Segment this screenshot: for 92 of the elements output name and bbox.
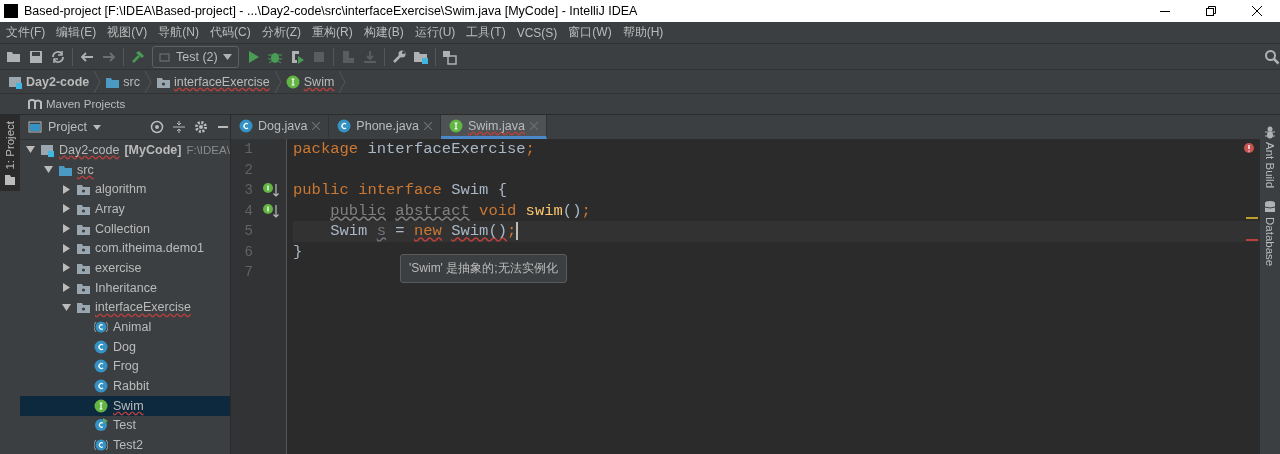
menu-item[interactable]: 运行(U)	[408, 24, 461, 41]
class-icon	[337, 118, 352, 133]
tree-item[interactable]: Test	[20, 415, 230, 436]
code-line: Swim s = new Swim();	[329, 222, 517, 241]
abstract-class-icon	[94, 438, 108, 453]
menu-item[interactable]: 文件(F)	[0, 24, 51, 41]
abstract-class-icon	[94, 320, 108, 335]
code-line: public abstract void swim();	[329, 201, 591, 220]
tree-item[interactable]: Dog	[20, 336, 230, 357]
side-tool-tab[interactable]: Ant Build	[1263, 125, 1277, 189]
class-icon	[94, 339, 108, 354]
error-tooltip: 'Swim' 是抽象的;无法实例化	[400, 254, 567, 283]
chevron-icon	[143, 70, 152, 93]
hammer-icon[interactable]	[130, 48, 146, 65]
chevron-icon	[338, 70, 347, 93]
app-logo-icon	[4, 4, 18, 18]
package-icon	[76, 241, 90, 256]
database-icon	[1263, 200, 1277, 215]
menu-item[interactable]: 帮助(H)	[616, 24, 669, 41]
error-icon	[1244, 143, 1254, 153]
dropdown-caret-icon	[222, 53, 232, 60]
menu-item[interactable]: 分析(Z)	[255, 24, 306, 41]
text-caret	[516, 222, 518, 241]
tree-item[interactable]: Collection	[20, 218, 230, 239]
dropdown-caret-icon	[92, 124, 101, 130]
settings-icon[interactable]	[194, 120, 208, 134]
menu-item[interactable]: 工具(T)	[460, 24, 511, 41]
tree-item[interactable]: Test2	[20, 435, 230, 454]
menu-item[interactable]: 代码(C)	[204, 24, 256, 41]
chevron-icon	[93, 70, 102, 93]
code-line: }	[293, 242, 303, 261]
breadcrumb[interactable]: interfaceExercise	[155, 74, 274, 89]
collapse-icon[interactable]	[172, 120, 186, 134]
menu-item[interactable]: 视图(V)	[101, 24, 153, 41]
class-icon	[94, 379, 108, 394]
interface-icon	[94, 398, 108, 413]
code-line: package interfaceExercise;	[293, 140, 535, 159]
project-tool-tab[interactable]: 1: Project	[0, 115, 20, 191]
tree-item[interactable]: Animal	[20, 317, 230, 337]
search-icon[interactable]	[1264, 48, 1280, 65]
package-icon	[76, 300, 90, 315]
window-icon	[28, 121, 42, 133]
menu-item[interactable]: 导航(N)	[152, 24, 204, 41]
interface-icon	[285, 74, 300, 89]
tree-item[interactable]: Day2-code [MyCode] F:\IDEA\	[20, 140, 230, 160]
package-icon	[76, 182, 90, 197]
sync-icon[interactable]	[50, 48, 66, 65]
class-icon	[94, 418, 108, 433]
editor-tab[interactable]: Phone.java	[329, 115, 441, 139]
code-line: public interface Swim {	[293, 181, 507, 200]
menu-item[interactable]: 重构(R)	[306, 24, 358, 41]
project-view-dropdown[interactable]: Project	[28, 120, 142, 134]
maven-icon	[28, 99, 42, 109]
implemented-marker-icon[interactable]	[262, 182, 282, 199]
menu-item[interactable]: 构建(B)	[357, 24, 409, 41]
tree-item[interactable]: Inheritance	[20, 277, 230, 298]
module-icon	[8, 74, 22, 89]
editor-tab[interactable]: Swim.java	[440, 115, 547, 139]
implemented-marker-icon[interactable]	[262, 202, 282, 219]
ant-icon	[1263, 125, 1277, 139]
tree-item[interactable]: src	[20, 159, 230, 180]
menu-item[interactable]: 编辑(E)	[50, 24, 102, 41]
chevron-icon	[273, 70, 282, 93]
menu-item[interactable]: 窗口(W)	[562, 24, 617, 41]
class-icon	[239, 118, 253, 133]
side-tool-tab[interactable]: Database	[1263, 200, 1277, 267]
run-config-dropdown[interactable]: Test (2)	[152, 45, 239, 68]
interface-icon	[448, 118, 463, 133]
class-icon	[94, 359, 108, 374]
tree-item[interactable]: algorithm	[20, 179, 230, 200]
module-icon	[40, 142, 54, 157]
tree-item[interactable]: exercise	[20, 258, 230, 278]
tree-item[interactable]: Frog	[20, 356, 230, 377]
tree-item[interactable]: Array	[20, 199, 230, 219]
restore-icon	[1206, 6, 1216, 16]
save-icon[interactable]	[28, 48, 44, 65]
menu-item[interactable]: VCS(S)	[510, 25, 563, 40]
window-title: Based-project [F:\IDEA\Based-project] - ...\Day2-code\src\interfaceExercise\Swim.java [MyCode] - IntelliJ IDEA	[24, 4, 639, 18]
breadcrumb[interactable]: Swim	[285, 74, 339, 89]
breadcrumb[interactable]: Day2-code	[8, 74, 94, 89]
maven-projects-tab[interactable]: Maven Projects	[46, 98, 126, 110]
layout-icon[interactable]	[441, 48, 458, 65]
locate-icon[interactable]	[150, 120, 164, 134]
close-icon	[1252, 6, 1262, 16]
tree-item[interactable]: com.itheima.demo1	[20, 238, 230, 259]
tree-item[interactable]: interfaceExercise	[20, 297, 230, 318]
breadcrumb[interactable]: src	[105, 74, 144, 89]
config-icon	[159, 50, 171, 63]
tree-item[interactable]: Rabbit	[20, 376, 230, 396]
minimize-icon	[1160, 10, 1170, 12]
folder-icon	[4, 173, 16, 185]
tree-item[interactable]: Swim	[20, 395, 230, 416]
